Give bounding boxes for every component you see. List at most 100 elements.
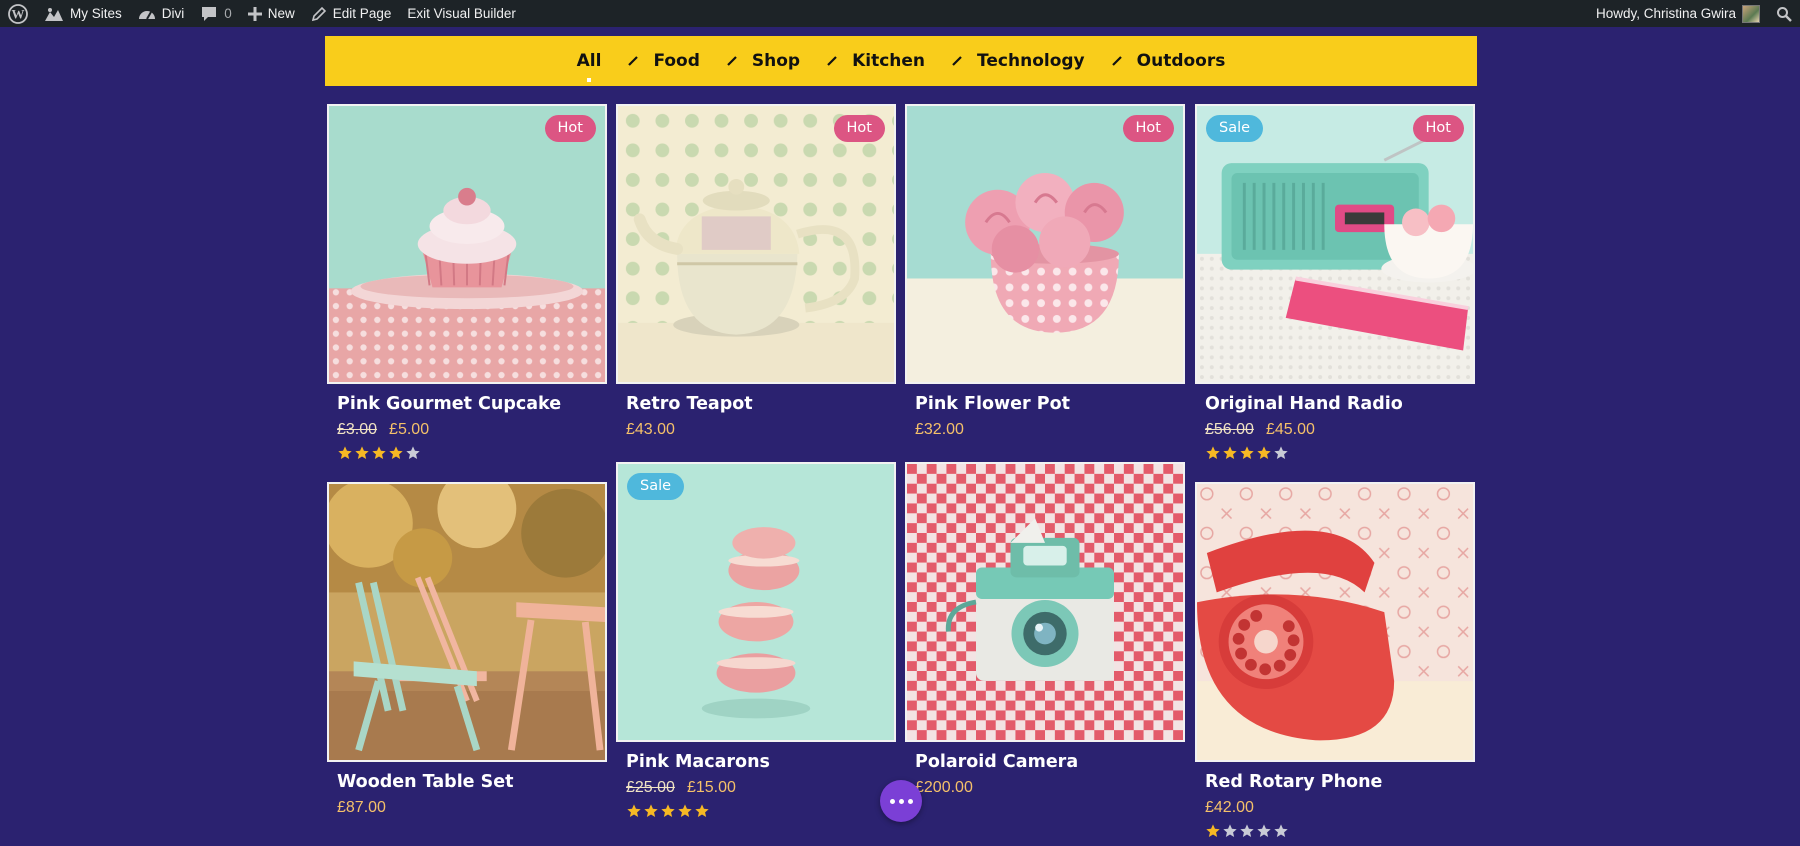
exit-builder-label: Exit Visual Builder	[407, 6, 516, 21]
hot-badge: Hot	[1412, 115, 1464, 142]
admin-bar: W My Sites Divi 0 New Edit Page Exit Vis…	[0, 0, 1800, 27]
star-filled-icon	[660, 803, 676, 819]
edit-page-label: Edit Page	[332, 6, 392, 21]
product-price: £42.00	[1205, 799, 1475, 817]
star-empty-icon	[1273, 445, 1289, 461]
star-rating	[1205, 823, 1475, 839]
search-icon	[1776, 6, 1792, 22]
howdy-label: Howdy, Christina Gwira	[1595, 6, 1736, 21]
product-title[interactable]: Pink Gourmet Cupcake	[337, 394, 607, 414]
new-label: New	[267, 6, 295, 21]
product-price: £56.00 £45.00	[1205, 421, 1475, 439]
hot-badge: Hot	[544, 115, 596, 142]
star-filled-icon	[1205, 823, 1221, 839]
builder-settings-button[interactable]	[880, 780, 922, 822]
current-price: £15.00	[686, 779, 736, 796]
current-price: £42.00	[1205, 799, 1254, 816]
product-image-table-set[interactable]	[327, 482, 607, 762]
divi-menu[interactable]: Divi	[130, 0, 193, 27]
current-price: £43.00	[626, 421, 675, 438]
product-image-macarons[interactable]: Sale	[616, 462, 896, 742]
star-filled-icon	[1205, 445, 1221, 461]
product-photo	[329, 484, 605, 760]
exit-visual-builder-link[interactable]: Exit Visual Builder	[399, 0, 524, 27]
filter-shop[interactable]: Shop	[726, 49, 800, 73]
current-price: £5.00	[389, 421, 430, 438]
product-card[interactable]: Sale Hot Original Hand Radio £56.00 £45.00	[1195, 104, 1475, 461]
product-card[interactable]: Hot Pink Flower Pot £32.00	[905, 104, 1185, 439]
star-filled-icon	[371, 445, 387, 461]
product-title[interactable]: Red Rotary Phone	[1205, 772, 1475, 792]
filter-label: Technology	[977, 51, 1085, 71]
product-photo	[618, 106, 894, 382]
product-image-cupcake[interactable]: Hot	[327, 104, 607, 384]
product-image-flower-pot[interactable]: Hot	[905, 104, 1185, 384]
star-empty-icon	[405, 445, 421, 461]
product-card[interactable]: Hot Pink Gourmet Cupcake £3.00 £5.00	[327, 104, 607, 461]
star-filled-icon	[677, 803, 693, 819]
filter-all[interactable]: All	[577, 49, 602, 73]
star-rating	[1205, 445, 1475, 461]
filter-kitchen[interactable]: Kitchen	[826, 49, 925, 73]
filter-label: Food	[653, 51, 700, 71]
product-title[interactable]: Original Hand Radio	[1205, 394, 1475, 414]
product-title[interactable]: Pink Macarons	[626, 752, 896, 772]
product-card[interactable]: Sale Pink Macarons £25.00 £15.00	[616, 462, 896, 819]
product-card[interactable]: Polaroid Camera £200.00	[905, 462, 1185, 797]
star-empty-icon	[1222, 823, 1238, 839]
product-image-teapot[interactable]: Hot	[616, 104, 896, 384]
star-empty-icon	[1273, 823, 1289, 839]
product-price: £32.00	[915, 421, 1185, 439]
filter-label: All	[576, 51, 602, 71]
old-price: £25.00	[626, 779, 675, 796]
dashboard-gauge-icon	[138, 6, 156, 22]
new-content-menu[interactable]: New	[240, 0, 303, 27]
product-image-radio[interactable]: Sale Hot	[1195, 104, 1475, 384]
product-card[interactable]: Wooden Table Set £87.00	[327, 482, 607, 817]
current-price: £45.00	[1265, 421, 1315, 438]
product-card[interactable]: Hot Retro Teapot £43.00	[616, 104, 896, 439]
my-sites-menu[interactable]: My Sites	[36, 0, 130, 27]
old-price: £56.00	[1205, 421, 1254, 438]
product-photo	[329, 106, 605, 382]
product-title[interactable]: Pink Flower Pot	[915, 394, 1185, 414]
plus-icon	[247, 6, 262, 21]
edit-page-link[interactable]: Edit Page	[303, 0, 400, 27]
sale-badge: Sale	[627, 473, 685, 500]
dot-icon	[898, 798, 904, 804]
star-empty-icon	[1256, 823, 1272, 839]
product-title[interactable]: Wooden Table Set	[337, 772, 607, 792]
star-empty-icon	[1239, 823, 1255, 839]
comments-menu[interactable]: 0	[192, 0, 240, 27]
filter-technology[interactable]: Technology	[951, 49, 1085, 73]
star-filled-icon	[354, 445, 370, 461]
comment-bubble-icon	[200, 5, 218, 23]
product-image-phone[interactable]	[1195, 482, 1475, 762]
slash-separator-icon	[727, 56, 737, 66]
product-title[interactable]: Polaroid Camera	[915, 752, 1185, 772]
category-filter-bar: All Food Shop Kitchen Technology Outdoors	[325, 36, 1477, 86]
wordpress-logo-button[interactable]: W	[0, 0, 36, 27]
product-photo	[618, 464, 894, 740]
product-price: £87.00	[337, 799, 607, 817]
product-price: £43.00	[626, 421, 896, 439]
hot-badge: Hot	[833, 115, 885, 142]
comments-count: 0	[224, 6, 232, 21]
star-filled-icon	[1256, 445, 1272, 461]
divi-label: Divi	[161, 6, 185, 21]
product-card[interactable]: Red Rotary Phone £42.00	[1195, 482, 1475, 839]
sale-badge: Sale	[1206, 115, 1264, 142]
product-title[interactable]: Retro Teapot	[626, 394, 896, 414]
star-rating	[626, 803, 896, 819]
admin-search-button[interactable]	[1768, 0, 1800, 27]
product-photo	[1197, 106, 1473, 382]
filter-outdoors[interactable]: Outdoors	[1111, 49, 1225, 73]
star-filled-icon	[694, 803, 710, 819]
hot-badge: Hot	[1122, 115, 1174, 142]
filter-food[interactable]: Food	[627, 49, 700, 73]
product-image-camera[interactable]	[905, 462, 1185, 742]
sites-icon	[44, 6, 64, 22]
dot-icon	[907, 798, 913, 804]
account-menu[interactable]: Howdy, Christina Gwira	[1588, 0, 1768, 27]
product-photo	[1197, 484, 1473, 760]
